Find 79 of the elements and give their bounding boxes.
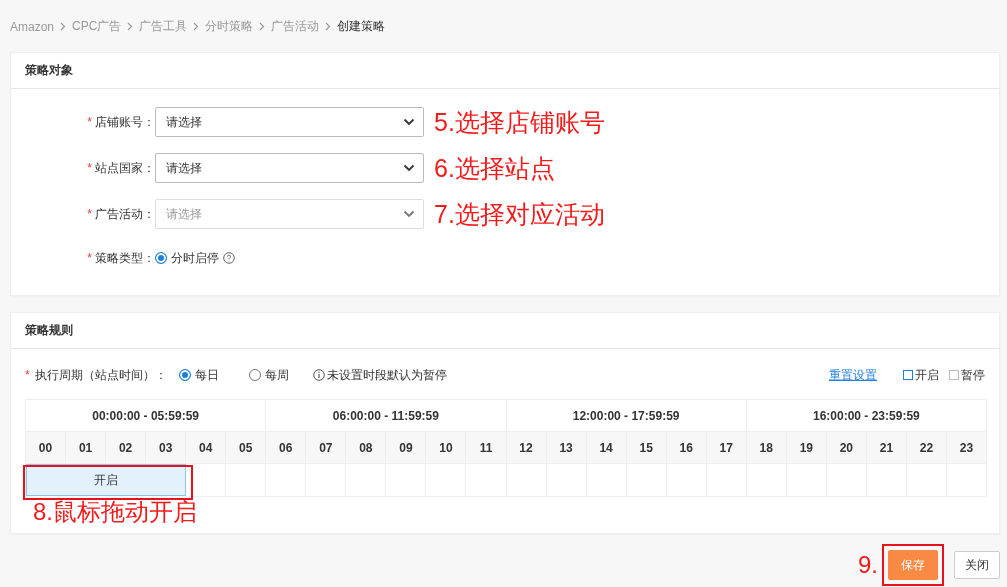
save-button[interactable]: 保存 <box>888 550 938 580</box>
time-slot[interactable] <box>186 464 227 497</box>
info-icon <box>312 369 325 381</box>
table-header: 22 <box>906 432 947 464</box>
table-header: 21 <box>866 432 907 464</box>
hint-text: 未设置时段默认为暂停 <box>326 366 447 384</box>
table-header: 10 <box>426 432 467 464</box>
chevron-icon <box>259 22 266 31</box>
table-header: 12 <box>506 432 547 464</box>
breadcrumb-item[interactable]: 广告活动 <box>271 18 320 35</box>
table-header: 09 <box>386 432 427 464</box>
help-icon[interactable] <box>223 252 235 264</box>
table-header: 04 <box>186 432 227 464</box>
time-segment[interactable]: 开启 <box>26 464 187 496</box>
table-header: 16:00:00 - 23:59:59 <box>746 399 987 432</box>
legend-label: 暂停 <box>961 366 985 384</box>
table-header: 23 <box>946 432 987 464</box>
table-header: 12:00:00 - 17:59:59 <box>506 399 747 432</box>
table-header: 14 <box>586 432 627 464</box>
select-field[interactable]: 请选择 <box>155 107 424 137</box>
close-button[interactable]: 关闭 <box>954 551 1000 579</box>
table-header: 07 <box>306 432 347 464</box>
breadcrumb-item[interactable]: CPC广告 <box>72 18 122 35</box>
section-title: 策略规则 <box>25 322 73 339</box>
table-header: 19 <box>786 432 827 464</box>
radio-button[interactable] <box>155 252 167 264</box>
chevron-icon <box>325 22 332 31</box>
table-header: 20 <box>826 432 867 464</box>
chevron-icon <box>127 22 134 31</box>
radio-label[interactable]: 分时启停 <box>171 249 219 267</box>
table-header: 03 <box>146 432 187 464</box>
table-header: 06:00:00 - 11:59:59 <box>266 399 507 432</box>
chevron-down-icon <box>403 118 415 126</box>
chevron-icon <box>193 22 200 31</box>
annotation-text: 5.选择店铺账号 <box>434 106 605 138</box>
legend-swatch-icon <box>949 370 959 380</box>
radio-button[interactable] <box>248 369 261 381</box>
required-mark: * <box>87 115 92 129</box>
table-header: 15 <box>626 432 667 464</box>
chevron-down-icon <box>403 164 415 172</box>
annotation-text: 9. <box>858 551 878 579</box>
select-field[interactable]: 请选择 <box>155 153 424 183</box>
field-label: 执行周期（站点时间）： <box>34 366 167 384</box>
table-header: 08 <box>346 432 387 464</box>
required-mark: * <box>87 207 92 221</box>
reset-link[interactable]: 重置设置 <box>829 366 877 384</box>
required-mark: * <box>25 368 30 382</box>
table-header: 17 <box>706 432 747 464</box>
table-header: 00 <box>26 432 67 464</box>
radio-label[interactable]: 每日 <box>194 366 219 384</box>
annotation-text: 6.选择站点 <box>434 152 555 184</box>
legend-label: 开启 <box>915 366 939 384</box>
section-title: 策略对象 <box>25 62 73 79</box>
table-header: 00:00:00 - 05:59:59 <box>26 399 267 432</box>
required-mark: * <box>87 161 92 175</box>
annotation-text: 8.鼠标拖动开启 <box>32 497 198 527</box>
table-header: 11 <box>466 432 507 464</box>
table-header: 01 <box>66 432 107 464</box>
table-header: 02 <box>106 432 147 464</box>
breadcrumb-item: 创建策略 <box>337 18 386 35</box>
breadcrumb-item[interactable]: 分时策略 <box>205 18 254 35</box>
table-header: 06 <box>266 432 307 464</box>
field-label: 店铺账号： <box>95 113 155 131</box>
chevron-icon <box>60 22 67 31</box>
required-mark: * <box>87 251 92 265</box>
breadcrumb-item[interactable]: 广告工具 <box>139 18 188 35</box>
radio-label[interactable]: 每周 <box>264 366 289 384</box>
table-header: 05 <box>226 432 267 464</box>
legend-swatch-icon <box>903 370 913 380</box>
table-header: 13 <box>546 432 587 464</box>
breadcrumb-item[interactable]: Amazon <box>10 19 55 34</box>
field-label: 广告活动： <box>95 205 155 223</box>
table-header: 16 <box>666 432 707 464</box>
table-header: 18 <box>746 432 787 464</box>
field-label: 站点国家： <box>95 159 155 177</box>
annotation-text: 7.选择对应活动 <box>434 198 605 230</box>
radio-button[interactable] <box>178 369 191 381</box>
field-label: 策略类型： <box>95 249 155 267</box>
chevron-down-icon <box>403 210 415 218</box>
